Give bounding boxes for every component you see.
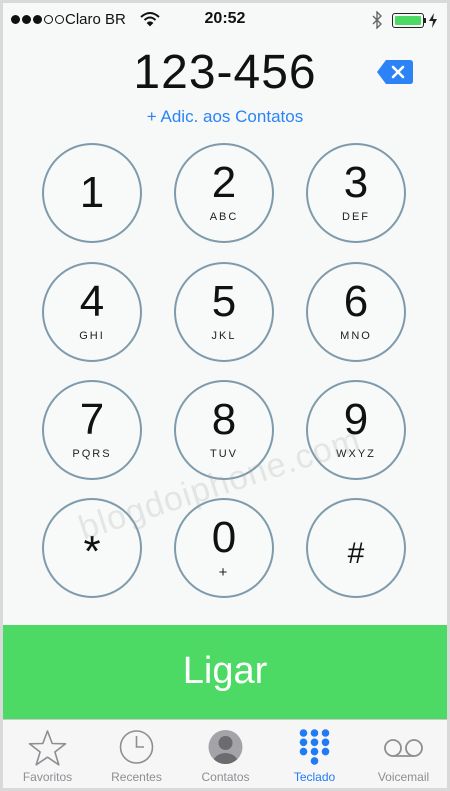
key-letters: JKL <box>211 330 237 342</box>
battery-fill <box>395 16 421 25</box>
tab-recents[interactable]: Recentes <box>92 720 181 788</box>
add-to-contacts-link[interactable]: + Adic. aos Contatos <box>3 107 447 127</box>
contact-icon <box>208 730 243 764</box>
key-digit: 7 <box>79 395 105 444</box>
charging-icon <box>429 13 437 28</box>
tab-bar: Favoritos Recentes Contatos Teclado Voic… <box>3 719 447 788</box>
key-letters: WXYZ <box>336 448 376 460</box>
star-icon <box>28 730 67 766</box>
key-hash[interactable]: # <box>306 498 406 598</box>
key-2[interactable]: 2 ABC <box>174 143 274 243</box>
phone-screen: Claro BR 20:52 123-456 + Adic. aos Conta… <box>0 0 450 791</box>
tab-label: Contatos <box>201 770 250 784</box>
key-digit: 4 <box>79 277 105 326</box>
key-digit: * <box>83 527 101 576</box>
bluetooth-icon <box>372 11 382 29</box>
battery-tip <box>424 18 426 23</box>
status-bar: Claro BR 20:52 <box>3 3 447 37</box>
tab-label: Voicemail <box>377 770 430 784</box>
key-letters: MNO <box>340 330 372 342</box>
key-digit: 6 <box>343 277 369 326</box>
key-letters: ABC <box>209 211 239 223</box>
call-button[interactable]: Ligar <box>3 625 447 719</box>
key-5[interactable]: 5 JKL <box>174 262 274 362</box>
tab-keypad[interactable]: Teclado <box>270 720 359 788</box>
tab-label: Recentes <box>111 770 162 784</box>
key-letters: PQRS <box>72 448 112 460</box>
key-6[interactable]: 6 MNO <box>306 262 406 362</box>
key-1[interactable]: 1 <box>42 143 142 243</box>
key-digit: 3 <box>343 158 369 207</box>
key-digit: 5 <box>211 277 237 326</box>
key-8[interactable]: 8 TUV <box>174 380 274 480</box>
tab-favorites[interactable]: Favoritos <box>3 720 92 788</box>
tab-label: Teclado <box>293 770 336 784</box>
key-letters: GHI <box>79 330 105 342</box>
tab-label: Favoritos <box>22 770 73 784</box>
key-star[interactable]: * <box>42 498 142 598</box>
key-digit: 8 <box>211 395 237 444</box>
tab-voicemail[interactable]: Voicemail <box>359 720 447 788</box>
key-letters: DEF <box>342 211 370 223</box>
key-digit: 9 <box>343 395 369 444</box>
tab-contacts[interactable]: Contatos <box>181 720 270 788</box>
battery-icon <box>392 13 424 28</box>
key-letters: + <box>218 564 230 581</box>
key-3[interactable]: 3 DEF <box>306 143 406 243</box>
key-digit: 1 <box>79 168 105 217</box>
call-button-label: Ligar <box>182 650 268 692</box>
key-4[interactable]: 4 GHI <box>42 262 142 362</box>
keypad-icon <box>299 729 330 765</box>
key-digit: 0 <box>211 513 237 562</box>
key-0[interactable]: 0 + <box>174 498 274 598</box>
key-9[interactable]: 9 WXYZ <box>306 380 406 480</box>
key-digit: 2 <box>211 158 237 207</box>
key-7[interactable]: 7 PQRS <box>42 380 142 480</box>
clock-icon <box>119 730 154 764</box>
voicemail-icon <box>384 739 423 757</box>
key-digit: # <box>347 537 365 570</box>
delete-left-icon[interactable] <box>376 59 414 85</box>
key-letters: TUV <box>210 448 238 460</box>
